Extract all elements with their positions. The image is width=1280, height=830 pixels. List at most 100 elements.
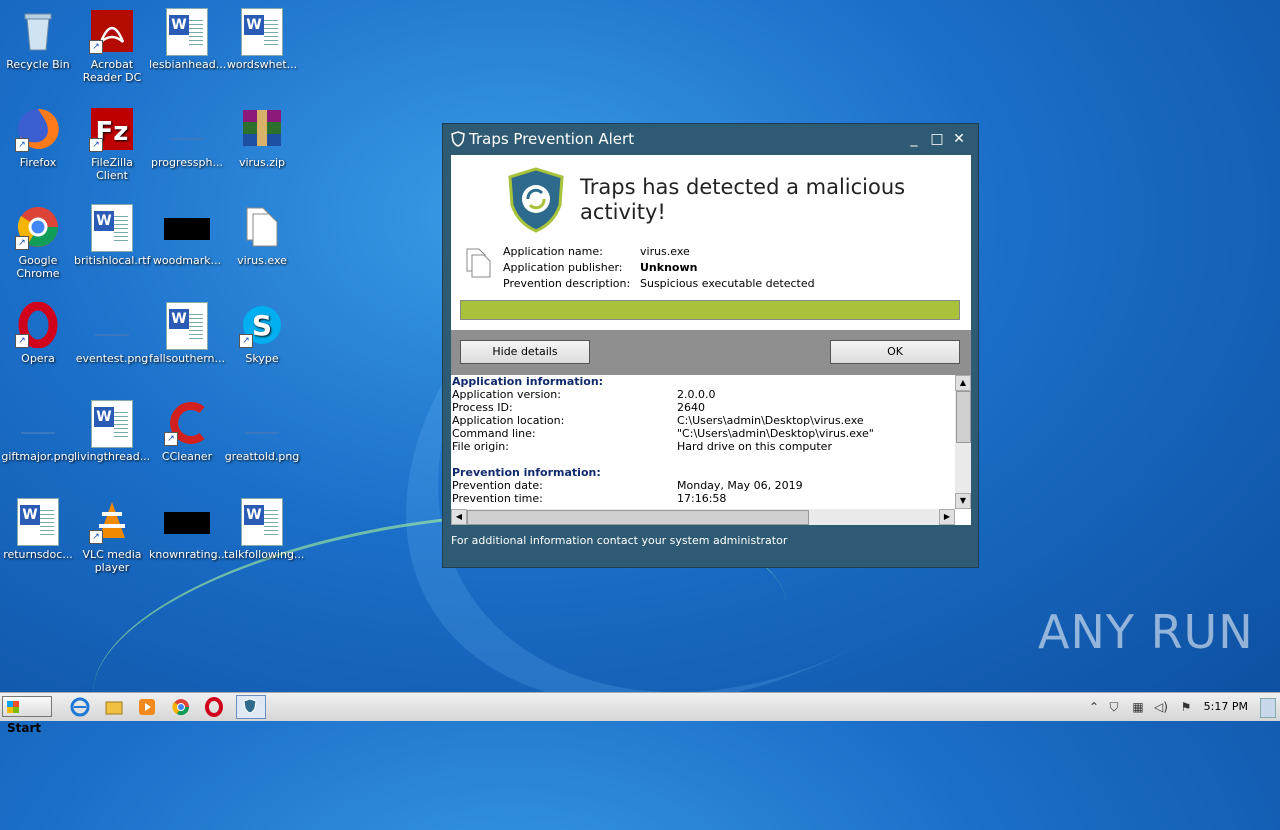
dialog-titlebar[interactable]: Traps Prevention Alert _ □ ✕ xyxy=(443,124,978,154)
desktop-icon-ccleaner[interactable]: ↗ CCleaner xyxy=(149,400,225,463)
start-button[interactable]: Start xyxy=(2,696,52,735)
shortcut-arrow-icon: ↗ xyxy=(89,40,103,54)
desktop-icon-talkfollowing[interactable]: Wtalkfollowing... xyxy=(224,498,304,561)
chrome-icon[interactable] xyxy=(171,697,191,717)
scroll-left-icon[interactable]: ◀ xyxy=(451,509,467,525)
ie-icon[interactable] xyxy=(70,697,90,717)
desktop-icon-eventest-png[interactable]: eventest.png xyxy=(74,302,150,365)
opera-icon[interactable] xyxy=(204,697,224,717)
shortcut-arrow-icon: ↗ xyxy=(89,530,103,544)
volume-icon[interactable]: ◁) xyxy=(1153,699,1169,715)
detail-value: Monday, May 06, 2019 xyxy=(677,479,803,492)
prevention-value: Suspicious executable detected xyxy=(640,277,815,290)
desktop-icon-britishlocal-rtf[interactable]: Wbritishlocal.rtf xyxy=(74,204,150,267)
hide-details-button[interactable]: Hide details xyxy=(460,340,590,364)
ok-button[interactable]: OK xyxy=(830,340,960,364)
app-name-value: virus.exe xyxy=(640,245,690,258)
vertical-scrollbar[interactable]: ▲ ▼ xyxy=(955,375,971,509)
shortcut-arrow-icon: ↗ xyxy=(164,432,178,446)
desktop-icon-progressph[interactable]: progressph... xyxy=(149,106,225,169)
desktop-icon-livingthread[interactable]: Wlivingthread... xyxy=(74,400,150,463)
detail-value: C:\Users\admin\Desktop\virus.exe xyxy=(677,414,864,427)
explorer-icon[interactable] xyxy=(104,697,124,717)
word-icon: W xyxy=(239,8,285,56)
desktop-icon-label: livingthread... xyxy=(74,450,151,463)
desktop-icon-label: greattold.png xyxy=(224,450,300,463)
traps-tray-icon[interactable]: ⛉ xyxy=(1106,699,1122,715)
shield-icon xyxy=(451,131,465,147)
shortcut-arrow-icon: ↗ xyxy=(15,138,29,152)
scroll-right-icon[interactable]: ▶ xyxy=(939,509,955,525)
traps-taskbar-item[interactable] xyxy=(236,695,266,719)
desktop-icon-recycle-bin[interactable]: Recycle Bin xyxy=(0,8,76,71)
scroll-up-icon[interactable]: ▲ xyxy=(955,375,971,391)
word-icon: W xyxy=(164,302,210,350)
taskbar: Start ⌃ ⛉ ▦ ◁) ⚑ 5:17 PM xyxy=(0,692,1280,735)
scroll-down-icon[interactable]: ▼ xyxy=(955,493,971,509)
desktop-icon-virus-exe[interactable]: virus.exe xyxy=(224,204,300,267)
minimize-button[interactable]: _ xyxy=(903,124,925,154)
desktop-icon-knownrating[interactable]: knownrating... xyxy=(149,498,229,561)
dialog-footer: For additional information contact your … xyxy=(451,534,788,547)
alert-headline: Traps has detected a malicious activity! xyxy=(580,175,906,224)
desktop-icon-lesbianhead[interactable]: Wlesbianhead... xyxy=(149,8,227,71)
desktop-icon-returnsdoc[interactable]: Wreturnsdoc... xyxy=(0,498,76,561)
chrome-icon: ↗ xyxy=(15,204,61,250)
desktop-icon-firefox[interactable]: ↗ Firefox xyxy=(0,106,76,169)
detail-row: Process ID: 2640 xyxy=(452,401,952,414)
desktop-icon-label: Skype xyxy=(245,352,279,365)
desktop-icon-wordswhet[interactable]: Wwordswhet... xyxy=(224,8,300,71)
shortcut-arrow-icon: ↗ xyxy=(15,236,29,250)
flag-icon[interactable]: ⚑ xyxy=(1178,699,1194,715)
action-center-icon[interactable]: ▦ xyxy=(1130,699,1146,715)
desktop-icon-vlc-media-player[interactable]: ↗ VLC media player xyxy=(74,498,150,574)
desktop-icon-fallsouthern[interactable]: Wfallsouthern... xyxy=(149,302,225,365)
windows-logo-icon xyxy=(7,701,19,713)
desktop-icon-acrobat-reader-dc[interactable]: ↗ Acrobat Reader DC xyxy=(74,8,150,84)
horizontal-scrollbar[interactable]: ◀ ▶ xyxy=(451,509,955,525)
publisher-label: Application publisher: xyxy=(503,261,623,274)
scroll-thumb[interactable] xyxy=(956,391,971,443)
word-icon: W xyxy=(239,498,285,546)
desktop-icon-label: lesbianhead... xyxy=(149,58,227,71)
alert-info: Application name: virus.exe Application p… xyxy=(503,245,815,293)
desktop-icon-label: woodmark... xyxy=(152,254,222,267)
desktop-icon-greattold-png[interactable]: greattold.png xyxy=(224,400,300,463)
vlc-icon: ↗ xyxy=(89,498,135,544)
ccleaner-icon: ↗ xyxy=(164,400,210,446)
button-bar: Hide details OK xyxy=(451,330,971,375)
media-player-icon[interactable] xyxy=(137,697,157,717)
watermark: ANY RUN xyxy=(1038,605,1254,659)
desktop-icon-label: britishlocal.rtf xyxy=(74,254,151,267)
desktop-icon-label: knownrating... xyxy=(149,548,229,561)
close-button[interactable]: ✕ xyxy=(948,124,970,154)
skype-icon: S ↗ xyxy=(239,302,285,348)
maximize-button[interactable]: □ xyxy=(926,124,948,154)
shortcut-arrow-icon: ↗ xyxy=(15,334,29,348)
desktop-icon-skype[interactable]: S ↗ Skype xyxy=(224,302,300,365)
desktop-icon-google-chrome[interactable]: ↗ Google Chrome xyxy=(0,204,76,280)
traps-alert-dialog: Traps Prevention Alert _ □ ✕ Traps has d… xyxy=(442,123,979,568)
desktop-icon-label: giftmajor.png xyxy=(1,450,75,463)
hscroll-thumb[interactable] xyxy=(467,510,809,525)
clock[interactable]: 5:17 PM xyxy=(1204,700,1248,713)
prevention-info-heading: Prevention information: xyxy=(452,466,601,479)
desktop-icon-label: wordswhet... xyxy=(226,58,298,71)
show-hidden-icons-icon[interactable]: ⌃ xyxy=(1086,699,1102,715)
detail-row: Application version: 2.0.0.0 xyxy=(452,388,952,401)
desktop-icon-label: VLC media player xyxy=(82,548,142,574)
traps-shield-icon xyxy=(508,167,564,233)
desktop-icon-woodmark[interactable]: woodmark... xyxy=(149,204,225,267)
desktop-icon-virus-zip[interactable]: virus.zip xyxy=(224,106,300,169)
details-panel[interactable]: Application information: Application ver… xyxy=(451,375,971,525)
desktop-icon-giftmajor-png[interactable]: giftmajor.png xyxy=(0,400,76,463)
desktop-icon-filezilla-client[interactable]: Fz ↗ FileZilla Client xyxy=(74,106,150,182)
show-desktop-button[interactable] xyxy=(1260,698,1276,718)
app-info-heading: Application information: xyxy=(452,375,604,388)
start-label: Start xyxy=(7,721,42,735)
detail-key: Command line: xyxy=(452,427,536,440)
filezilla-icon: Fz ↗ xyxy=(89,106,135,152)
zip-icon xyxy=(239,106,285,152)
desktop-icon-opera[interactable]: ↗ Opera xyxy=(0,301,76,365)
detail-row: Prevention time: 17:16:58 xyxy=(452,492,952,505)
